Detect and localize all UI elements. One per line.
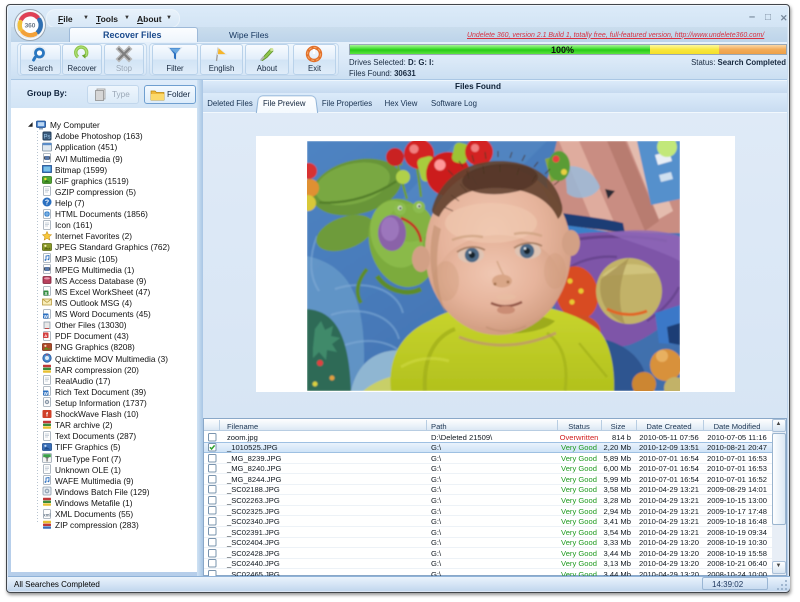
svg-text:360: 360 bbox=[25, 23, 36, 30]
svg-text:W: W bbox=[44, 313, 49, 318]
svg-text:A: A bbox=[44, 333, 47, 338]
svg-text:?: ? bbox=[45, 200, 49, 207]
svg-text:W: W bbox=[44, 391, 49, 396]
svg-text:Ps: Ps bbox=[43, 134, 50, 140]
svg-text:xml: xml bbox=[43, 512, 50, 517]
svg-text:X: X bbox=[44, 291, 47, 296]
